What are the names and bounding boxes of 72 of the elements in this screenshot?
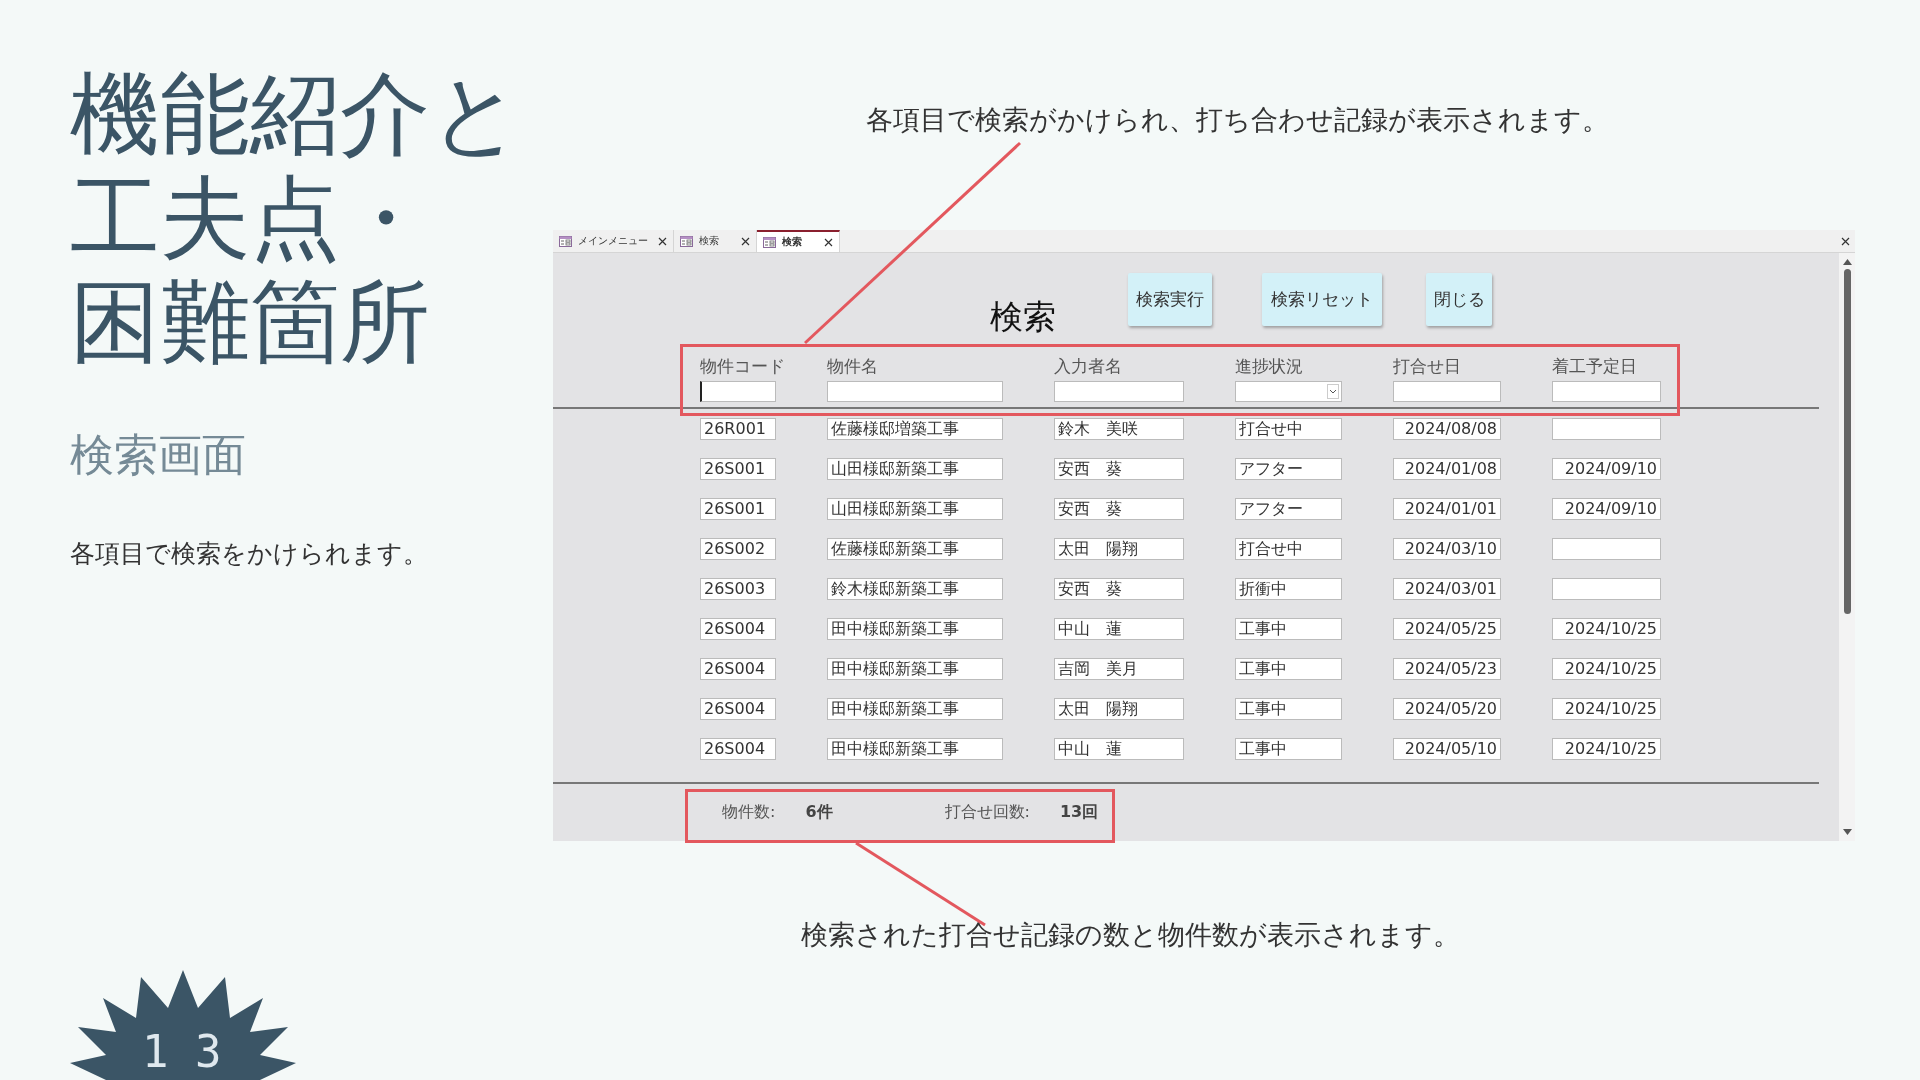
record-field: 工事中 xyxy=(1235,698,1342,720)
record-field: 鈴木 美咲 xyxy=(1054,418,1184,440)
column-label: 着工予定日 xyxy=(1552,354,1637,378)
record-field: 2024/01/08 xyxy=(1393,458,1501,480)
record-field: 26S004 xyxy=(700,658,776,680)
record-field: 2024/03/01 xyxy=(1393,578,1501,600)
record-field: 安西 葵 xyxy=(1054,498,1184,520)
column-label: 物件名 xyxy=(827,354,878,378)
record-field: 2024/05/20 xyxy=(1393,698,1501,720)
page-number: 1 3 xyxy=(142,1030,222,1074)
record-field: 山田様邸新築工事 xyxy=(827,498,1003,520)
record-field: 打合せ中 xyxy=(1235,418,1342,440)
record-field: 鈴木様邸新築工事 xyxy=(827,578,1003,600)
record-field: 2024/09/10 xyxy=(1552,458,1661,480)
record-field: 2024/01/01 xyxy=(1393,498,1501,520)
record-field: 2024/03/10 xyxy=(1393,538,1501,560)
record-field: 2024/08/08 xyxy=(1393,418,1501,440)
record-field: 工事中 xyxy=(1235,738,1342,760)
record-field: アフター xyxy=(1235,498,1342,520)
record-field: 中山 蓮 xyxy=(1054,618,1184,640)
record-field: 吉岡 美月 xyxy=(1054,658,1184,680)
column-label: 進捗状況 xyxy=(1235,354,1303,378)
slide-subtitle: 検索画面 xyxy=(70,428,246,482)
record-field: 山田様邸新築工事 xyxy=(827,458,1003,480)
record-field: 工事中 xyxy=(1235,618,1342,640)
form-title: 検索 xyxy=(990,296,1057,338)
record-field: 太田 陽翔 xyxy=(1054,698,1184,720)
column-label: 物件コード xyxy=(700,354,785,378)
record-field: 26S001 xyxy=(700,458,776,480)
record-field: 2024/10/25 xyxy=(1552,738,1661,760)
column-label: 打合せ日 xyxy=(1393,354,1461,378)
summary-label: 物件数: xyxy=(722,802,776,823)
record-field: 折衝中 xyxy=(1235,578,1342,600)
record-field: 佐藤様邸新築工事 xyxy=(827,538,1003,560)
form-button[interactable]: 閉じる xyxy=(1426,273,1492,326)
record-field: 田中様邸新築工事 xyxy=(827,618,1003,640)
record-field: 打合せ中 xyxy=(1235,538,1342,560)
record-field: 中山 蓮 xyxy=(1054,738,1184,760)
record-field: 2024/05/25 xyxy=(1393,618,1501,640)
slide-description: 各項目で検索をかけられます。 xyxy=(70,538,428,570)
record-field: 工事中 xyxy=(1235,658,1342,680)
record-field: 26R001 xyxy=(700,418,776,440)
summary-value: 13回 xyxy=(1059,802,1099,823)
record-field: アフター xyxy=(1235,458,1342,480)
record-field: 太田 陽翔 xyxy=(1054,538,1184,560)
record-field: 田中様邸新築工事 xyxy=(827,698,1003,720)
callout-text: 各項目で検索がかけられ、打ち合わせ記録が表示されます。 xyxy=(866,103,1609,137)
slide-title: 機能紹介と 工夫点・ 困難箇所 xyxy=(70,62,522,374)
record-field: 26S002 xyxy=(700,538,776,560)
record-field: 26S001 xyxy=(700,498,776,520)
record-field: 2024/10/25 xyxy=(1552,658,1661,680)
record-field: 2024/10/25 xyxy=(1552,618,1661,640)
record-field: 2024/05/23 xyxy=(1393,658,1501,680)
column-label: 入力者名 xyxy=(1054,354,1122,378)
summary-label: 打合せ回数: xyxy=(944,802,1030,823)
record-field: 26S004 xyxy=(700,698,776,720)
record-field: 安西 葵 xyxy=(1054,578,1184,600)
summary-value: 6件 xyxy=(805,802,833,823)
record-field: 田中様邸新築工事 xyxy=(827,738,1003,760)
record-field: 佐藤様邸増築工事 xyxy=(827,418,1003,440)
form-button[interactable]: 検索実行 xyxy=(1128,273,1212,326)
record-field: 2024/09/10 xyxy=(1552,498,1661,520)
record-field: 安西 葵 xyxy=(1054,458,1184,480)
record-field: 26S004 xyxy=(700,618,776,640)
record-field: 26S004 xyxy=(700,738,776,760)
document-tab[interactable]: 検索 xyxy=(757,230,840,252)
record-field: 田中様邸新築工事 xyxy=(827,658,1003,680)
callout-text: 検索された打合せ記録の数と物件数が表示されます。 xyxy=(801,918,1460,952)
record-field: 2024/05/10 xyxy=(1393,738,1501,760)
form-button[interactable]: 検索リセット xyxy=(1262,273,1382,326)
record-field: 26S003 xyxy=(700,578,776,600)
record-field: 2024/10/25 xyxy=(1552,698,1661,720)
